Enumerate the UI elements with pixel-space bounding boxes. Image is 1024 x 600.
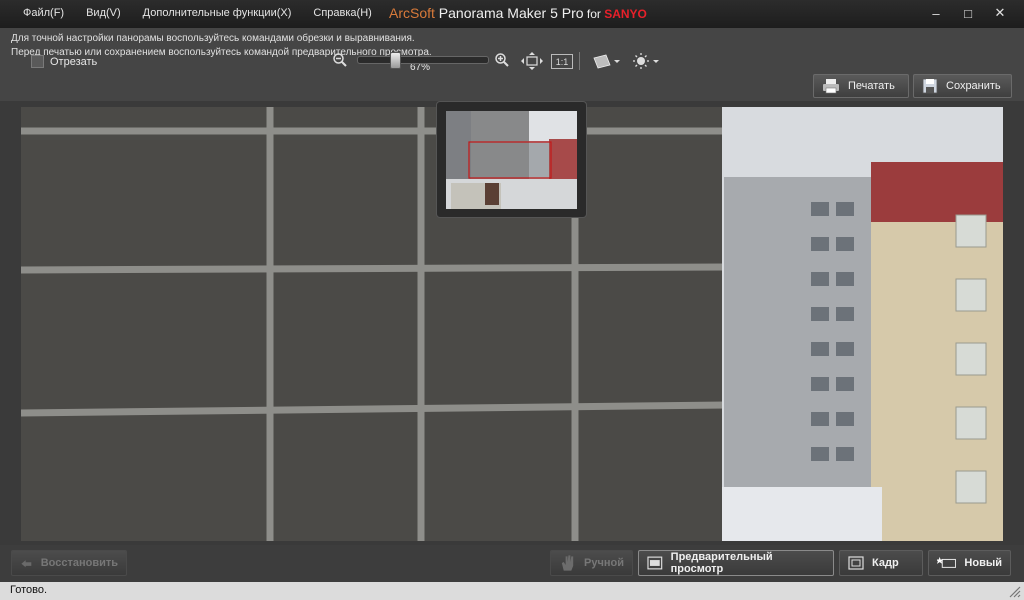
zoom-in-icon[interactable] — [494, 52, 510, 68]
app-title: ArcSoft Panorama Maker 5 Pro for SANYO — [389, 5, 647, 21]
print-button-label: Печатать — [848, 80, 895, 92]
save-icon — [922, 78, 938, 94]
menu-file[interactable]: Файл(F) — [12, 7, 75, 19]
manual-button[interactable]: Ручной — [550, 550, 633, 576]
toolbar-divider — [579, 52, 580, 70]
preview-button[interactable]: Предварительный просмотр — [638, 550, 834, 576]
frame-button[interactable]: Кадр — [839, 550, 923, 576]
crop-label: Отрезать — [50, 55, 98, 68]
crop-checkbox[interactable]: Отрезать — [31, 55, 97, 68]
crop-checkbox-box[interactable] — [31, 55, 44, 68]
title-bar: Файл(F) Вид(V) Дополнительные функции(X)… — [0, 0, 1024, 28]
hand-icon — [561, 555, 574, 571]
status-text: Готово. — [10, 584, 48, 596]
new-panorama-icon — [937, 556, 957, 568]
menu-extra-functions[interactable]: Дополнительные функции(X) — [132, 7, 303, 19]
brightness-menu-icon[interactable] — [631, 52, 661, 70]
app-title-oem: SANYO — [604, 7, 647, 21]
status-bar: Готово. — [0, 582, 1024, 600]
hint-line-1: Для точной настройки панорамы воспользуй… — [11, 33, 415, 44]
new-button[interactable]: Новый — [928, 550, 1011, 576]
restore-button-label: Восстановить — [40, 557, 118, 569]
menu-view[interactable]: Вид(V) — [75, 7, 132, 19]
card-menu-icon[interactable] — [592, 52, 622, 70]
navigator-thumbnail[interactable] — [446, 111, 577, 209]
app-title-product: Panorama Maker 5 Pro — [434, 5, 584, 21]
frame-icon — [848, 556, 864, 570]
preview-icon — [647, 556, 663, 570]
navigator-panel[interactable] — [436, 101, 587, 218]
manual-button-label: Ручной — [584, 557, 624, 569]
zoom-slider-thumb[interactable] — [390, 52, 401, 69]
save-button[interactable]: Сохранить — [913, 74, 1012, 98]
bottom-action-bar: Восстановить Ручной Предварительный прос… — [0, 545, 1024, 582]
print-button[interactable]: Печатать — [813, 74, 909, 98]
new-button-label: Новый — [964, 557, 1002, 569]
undo-icon — [21, 560, 32, 568]
menu-bar: Файл(F) Вид(V) Дополнительные функции(X)… — [12, 7, 383, 19]
preview-button-label: Предварительный просмотр — [670, 551, 773, 575]
app-title-brand: ArcSoft — [389, 5, 435, 21]
close-button[interactable]: ✕ — [984, 4, 1016, 22]
actual-size-button[interactable]: 1:1 — [551, 54, 573, 69]
frame-button-label: Кадр — [872, 557, 899, 569]
restore-button[interactable]: Восстановить — [11, 550, 127, 576]
printer-icon — [823, 79, 839, 94]
save-button-label: Сохранить — [946, 80, 1001, 92]
app-title-for: for — [583, 7, 605, 21]
resize-grip-icon[interactable] — [1009, 586, 1021, 598]
zoom-slider[interactable] — [357, 52, 489, 69]
window-controls: – □ ✕ — [920, 4, 1016, 22]
fit-to-window-icon[interactable] — [521, 52, 543, 70]
maximize-button[interactable]: □ — [952, 4, 984, 22]
minimize-button[interactable]: – — [920, 4, 952, 22]
zoom-out-icon[interactable] — [332, 52, 348, 68]
menu-help[interactable]: Справка(H) — [302, 7, 382, 19]
